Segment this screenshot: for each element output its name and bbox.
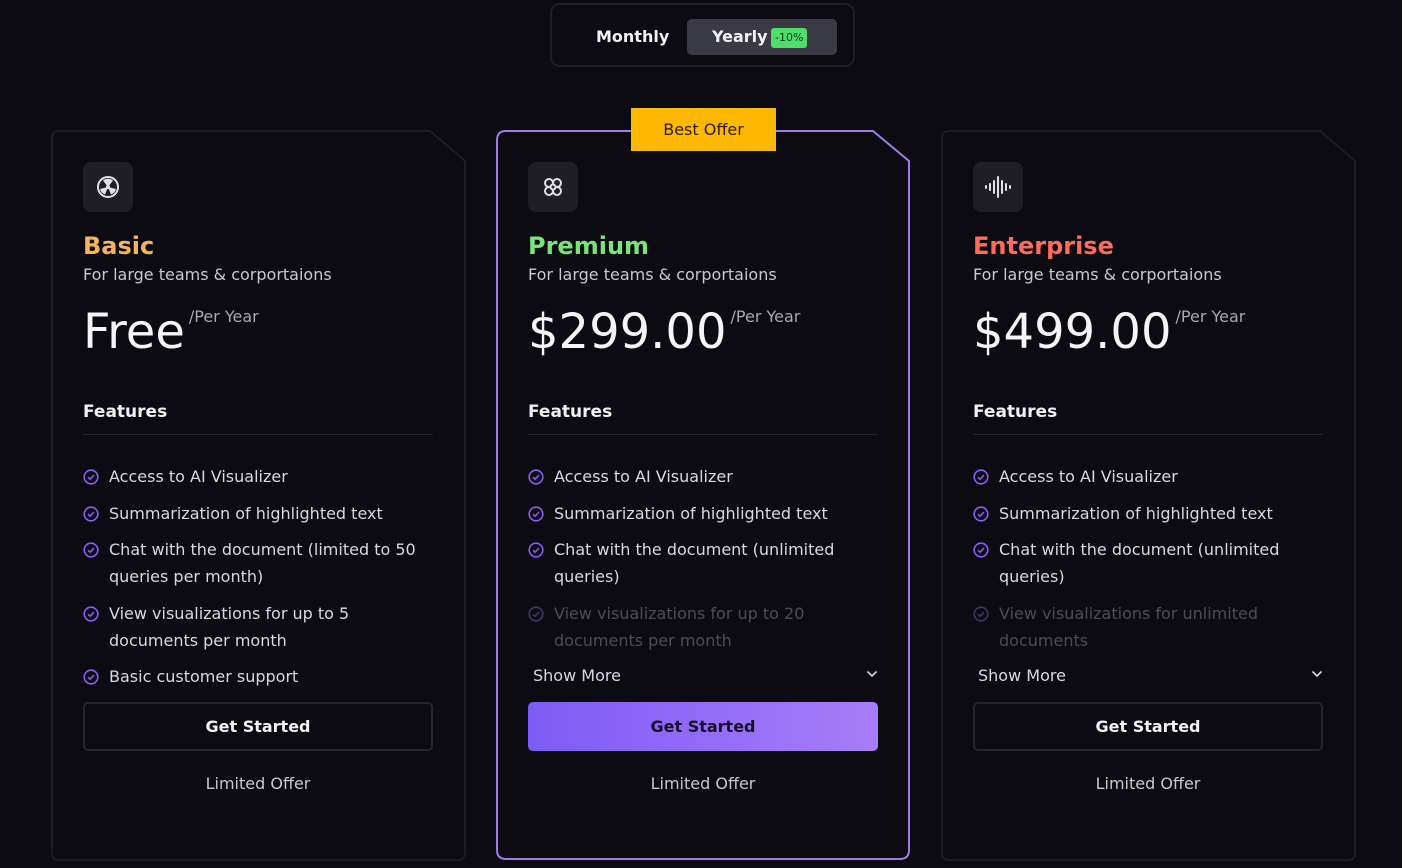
feature-item: Summarization of highlighted text xyxy=(83,501,433,528)
check-circle-icon xyxy=(973,542,989,558)
limited-offer-link[interactable]: Limited Offer xyxy=(973,774,1323,793)
plan-price: $499.00 xyxy=(973,304,1172,360)
plan-price: Free xyxy=(83,304,185,360)
price-period: /Per Year xyxy=(1175,307,1246,326)
check-circle-icon xyxy=(83,469,99,485)
feature-item: Summarization of highlighted text xyxy=(528,501,878,528)
feature-text: Summarization of highlighted text xyxy=(554,504,828,523)
show-more-label: Show More xyxy=(533,666,621,685)
feature-item: Access to AI Visualizer xyxy=(83,464,433,491)
check-circle-icon xyxy=(528,469,544,485)
price-row: Free/Per Year xyxy=(83,304,259,360)
features-heading: Features xyxy=(973,402,1058,422)
billing-toggle: Monthly Yearly -10% xyxy=(550,3,855,67)
plan-description: For large teams & corportaions xyxy=(528,265,777,284)
get-started-button[interactable]: Get Started xyxy=(83,702,433,751)
radiation-icon xyxy=(83,162,133,212)
price-period: /Per Year xyxy=(188,307,259,326)
show-more-label: Show More xyxy=(978,666,1066,685)
plan-price: $299.00 xyxy=(528,304,727,360)
features-heading: Features xyxy=(528,402,613,422)
plan-name: Premium xyxy=(528,232,650,260)
discount-badge: -10% xyxy=(771,28,808,48)
limited-offer-link[interactable]: Limited Offer xyxy=(83,774,433,793)
flower-icon xyxy=(528,162,578,212)
best-offer-badge: Best Offer xyxy=(631,108,776,151)
check-circle-icon xyxy=(973,469,989,485)
feature-text: Access to AI Visualizer xyxy=(554,467,733,486)
feature-item: Chat with the document (unlimited querie… xyxy=(973,537,1323,590)
check-circle-icon xyxy=(528,542,544,558)
plan-name: Enterprise xyxy=(973,232,1114,260)
feature-text: Chat with the document (limited to 50 qu… xyxy=(109,540,416,586)
check-circle-icon xyxy=(83,669,99,685)
features-heading: Features xyxy=(83,402,168,422)
divider xyxy=(973,434,1323,435)
feature-item: Access to AI Visualizer xyxy=(528,464,878,491)
soundwave-icon xyxy=(973,162,1023,212)
feature-text: Basic customer support xyxy=(109,667,299,686)
show-more-toggle[interactable]: Show More xyxy=(978,666,1323,685)
feature-item: Access to AI Visualizer xyxy=(973,464,1323,491)
chevron-down-icon xyxy=(866,666,878,682)
feature-item: Summarization of highlighted text xyxy=(973,501,1323,528)
feature-text: View visualizations for unlimited docume… xyxy=(999,604,1258,650)
price-row: $299.00/Per Year xyxy=(528,304,800,360)
price-period: /Per Year xyxy=(730,307,801,326)
check-circle-icon xyxy=(83,542,99,558)
feature-item: Chat with the document (unlimited querie… xyxy=(528,537,878,590)
show-more-toggle[interactable]: Show More xyxy=(533,666,878,685)
divider xyxy=(528,434,878,435)
monthly-option[interactable]: Monthly xyxy=(596,19,669,55)
feature-text: View visualizations for up to 20 documen… xyxy=(554,604,805,650)
yearly-option[interactable]: Yearly -10% xyxy=(687,19,837,55)
yearly-label: Yearly xyxy=(712,27,768,46)
check-circle-icon xyxy=(83,606,99,622)
plan-card-basic: Basic For large teams & corportaions Fre… xyxy=(51,130,467,862)
feature-text: View visualizations for up to 5 document… xyxy=(109,604,350,650)
check-circle-icon xyxy=(528,606,544,622)
feature-text: Chat with the document (unlimited querie… xyxy=(999,540,1280,586)
feature-text: Access to AI Visualizer xyxy=(999,467,1178,486)
feature-item: Basic customer support xyxy=(83,664,433,691)
plan-card-premium: Premium For large teams & corportaions $… xyxy=(496,130,912,862)
plan-card-enterprise: Enterprise For large teams & corportaion… xyxy=(941,130,1357,862)
feature-item: View visualizations for unlimited docume… xyxy=(973,601,1323,654)
get-started-button[interactable]: Get Started xyxy=(973,702,1323,751)
feature-text: Chat with the document (unlimited querie… xyxy=(554,540,835,586)
feature-text: Summarization of highlighted text xyxy=(999,504,1273,523)
plan-description: For large teams & corportaions xyxy=(83,265,332,284)
get-started-button[interactable]: Get Started xyxy=(528,702,878,751)
chevron-down-icon xyxy=(1311,666,1323,682)
check-circle-icon xyxy=(973,606,989,622)
check-circle-icon xyxy=(83,506,99,522)
feature-text: Summarization of highlighted text xyxy=(109,504,383,523)
feature-item: View visualizations for up to 5 document… xyxy=(83,601,433,654)
limited-offer-link[interactable]: Limited Offer xyxy=(528,774,878,793)
plan-description: For large teams & corportaions xyxy=(973,265,1222,284)
divider xyxy=(83,434,433,435)
feature-item: View visualizations for up to 20 documen… xyxy=(528,601,878,654)
plan-name: Basic xyxy=(83,232,155,260)
check-circle-icon xyxy=(528,506,544,522)
check-circle-icon xyxy=(973,506,989,522)
price-row: $499.00/Per Year xyxy=(973,304,1245,360)
feature-item: Chat with the document (limited to 50 qu… xyxy=(83,537,433,590)
feature-text: Access to AI Visualizer xyxy=(109,467,288,486)
